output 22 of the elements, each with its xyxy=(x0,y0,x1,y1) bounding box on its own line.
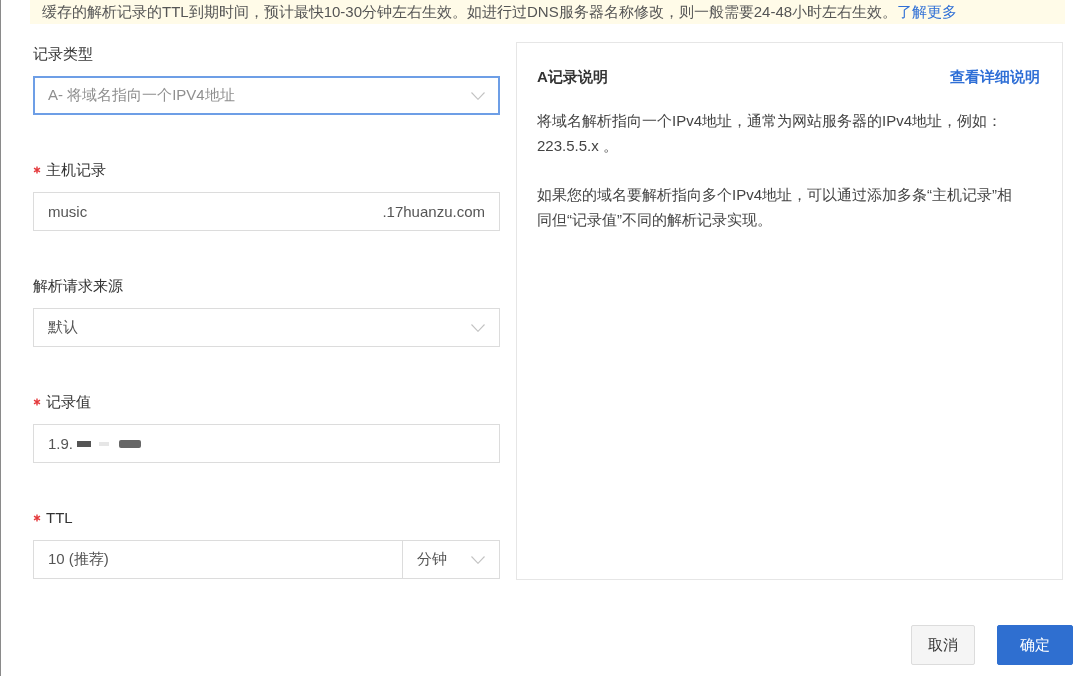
cancel-button[interactable]: 取消 xyxy=(911,625,975,665)
chevron-down-icon xyxy=(471,323,485,332)
unit-select[interactable]: 分钟 xyxy=(403,540,500,579)
dropdown-select[interactable]: 默认 xyxy=(33,308,500,347)
field-label: TTL xyxy=(46,508,73,528)
help-paragraph: 将域名解析指向一个IPv4地址，通常为网站服务器的IPv4地址，例如：223.5.5.x 。 xyxy=(537,111,1004,156)
field-label: 记录值 xyxy=(46,392,91,412)
text-input[interactable]: 1.9. xyxy=(33,424,500,463)
notice-text: 缓存的解析记录的TTL到期时间，预计最快10-30分钟左右生效。如进行过DNS服务器名称修改，则一般需要24-48小时左右生效。了解更多 xyxy=(42,2,958,22)
text-input[interactable]: music .17huanzu.com xyxy=(33,192,500,231)
confirm-button[interactable]: 确定 xyxy=(997,625,1073,665)
chevron-down-icon xyxy=(471,91,485,100)
field-label: 解析请求来源 xyxy=(33,276,123,296)
chevron-down-icon xyxy=(471,555,485,564)
field-label: 主机记录 xyxy=(46,160,106,180)
text-input[interactable]: 10 (推荐) xyxy=(33,540,403,579)
details-link[interactable]: 查看详细说明 xyxy=(950,67,1040,87)
help-title: A记录说明 xyxy=(537,67,608,87)
domain-suffix: .17huanzu.com xyxy=(382,203,485,220)
field-label: 记录类型 xyxy=(33,44,93,64)
learn-more-link[interactable]: 了解更多 xyxy=(897,2,958,20)
help-paragraph: 如果您的域名要解析指向多个IPv4地址，可以通过添加多条“主机记录”相同但“记录值”不同的解析记录实现。 xyxy=(537,185,1013,230)
